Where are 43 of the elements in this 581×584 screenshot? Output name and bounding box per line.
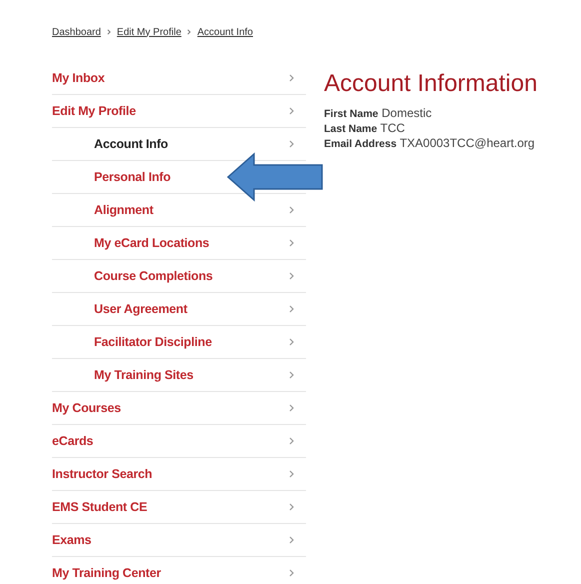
chevron-icon <box>289 338 294 346</box>
sidebar-item[interactable]: Account Info <box>94 137 168 151</box>
chevron-icon <box>289 371 294 379</box>
sidebar-item[interactable]: My Inbox <box>52 71 105 85</box>
field-label: Last Name <box>324 123 378 135</box>
sidebar-item[interactable]: My Training Center <box>52 566 161 580</box>
sidebar-item[interactable]: Alignment <box>94 203 154 217</box>
field-label: Email Address <box>324 138 397 150</box>
sidebar-item[interactable]: Personal Info <box>94 170 171 184</box>
sidebar-item[interactable]: eCards <box>52 434 94 448</box>
breadcrumb-link[interactable]: Dashboard <box>52 26 101 38</box>
chevron-icon <box>289 272 294 280</box>
chevron-icon <box>289 107 294 115</box>
breadcrumb-link[interactable]: Account Info <box>197 26 253 38</box>
sidebar-item[interactable]: Edit My Profile <box>52 104 136 118</box>
field-value: TCC <box>380 121 405 135</box>
sidebar-item[interactable]: Exams <box>52 533 92 547</box>
sidebar-item[interactable]: Course Completions <box>94 269 213 283</box>
chevron-icon <box>289 470 294 478</box>
sidebar-item[interactable]: My eCard Locations <box>94 236 210 250</box>
field-value: TXA0003TCC@heart.org <box>400 136 535 150</box>
page-title: Account Information <box>324 70 538 98</box>
sidebar-item[interactable]: User Agreement <box>94 302 188 316</box>
chevron-icon <box>289 140 294 148</box>
chevron-icon <box>187 29 192 35</box>
field-label: First Name <box>324 108 378 120</box>
field-value: Domestic <box>382 106 432 120</box>
sidebar-item[interactable]: Facilitator Discipline <box>94 335 212 349</box>
chevron-icon <box>289 404 294 412</box>
chevron-icon <box>289 569 294 577</box>
chevron-icon <box>289 206 294 214</box>
sidebar-item[interactable]: My Training Sites <box>94 368 194 382</box>
chevron-icon <box>289 74 294 82</box>
sidebar-item[interactable]: My Courses <box>52 401 121 415</box>
chevron-icon <box>289 305 294 313</box>
breadcrumb-link[interactable]: Edit My Profile <box>116 26 182 38</box>
chevron-icon <box>289 437 294 445</box>
chevron-icon <box>106 29 111 35</box>
sidebar-item[interactable]: Instructor Search <box>52 467 152 481</box>
chevron-icon <box>289 536 294 544</box>
sidebar-item[interactable]: EMS Student CE <box>52 500 148 514</box>
chevron-icon <box>289 239 294 247</box>
chevron-icon <box>289 503 294 511</box>
